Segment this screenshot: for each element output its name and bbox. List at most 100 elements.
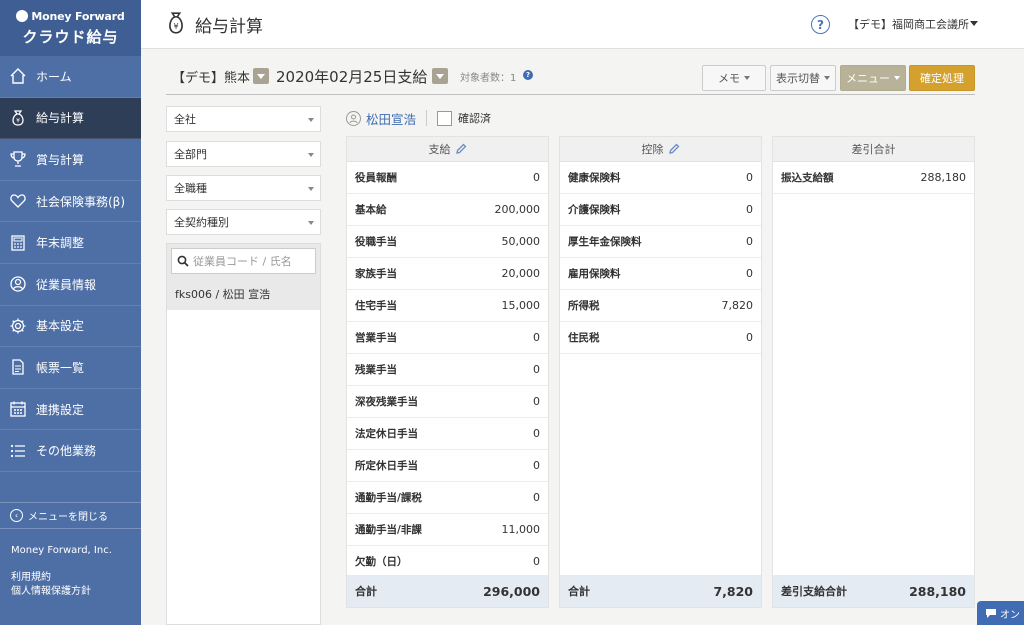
sidebar-item-integrations[interactable]: 連携設定 [0,389,141,431]
target-count: 対象者数：1 [460,73,517,84]
table-row[interactable]: 営業手当 0 [347,322,548,354]
row-label: 法定休日手当 [355,428,418,440]
pay-date-dropdown-button[interactable] [432,68,448,84]
brand-logo[interactable]: Money Forward クラウド給与 [0,0,141,56]
sidebar-item-home[interactable]: ホーム [0,56,141,98]
sidebar-item-other[interactable]: その他業務 [0,430,141,472]
confirmed-checkbox[interactable] [437,110,453,126]
table-row[interactable]: 振込支給額 288,180 [773,162,974,194]
row-value: 0 [746,235,753,248]
terms-link[interactable]: 利用規約 [11,568,51,583]
table-row[interactable]: 住民税 0 [560,322,761,354]
row-value: 0 [533,491,540,504]
sidebar-item-basic-settings[interactable]: 基本設定 [0,306,141,348]
brand-name: Money Forward [31,9,125,23]
row-value: 15,000 [501,299,541,312]
search-icon [177,255,189,267]
table-row[interactable]: 役職手当 50,000 [347,226,548,258]
sidebar-item-label: 従業員情報 [36,277,97,292]
row-value: 0 [533,427,540,440]
table-row[interactable]: 欠勤（日） 0 [347,546,548,578]
confirm-process-button[interactable]: 確定処理 [909,65,975,91]
chevron-down-icon [308,221,314,225]
table-row[interactable]: 所定休日手当 0 [347,450,548,482]
sidebar-item-label: 給与計算 [36,111,85,126]
sidebar-item-payroll[interactable]: ¥ 給与計算 [0,97,141,140]
table-row[interactable]: 法定休日手当 0 [347,418,548,450]
table-row[interactable]: 残業手当 0 [347,354,548,386]
table-row[interactable]: 基本給 200,000 [347,194,548,226]
employee-icon [8,274,28,294]
menu-button[interactable]: メニュー [840,65,906,91]
table-row[interactable]: 家族手当 20,000 [347,258,548,290]
employee-header: 松田宣浩 確認済 [346,108,491,128]
filter-job-type[interactable]: 全職種 [166,175,321,201]
chevron-down-icon [744,76,750,80]
office-name: 【デモ】熊本 [172,71,251,86]
sidebar-item-label: その他業務 [36,444,97,459]
confirm-process-label: 確定処理 [920,72,964,85]
table-row[interactable]: 通勤手当/課税 0 [347,482,548,514]
sidebar-item-year-end[interactable]: 年末調整 [0,222,141,264]
list-item[interactable]: fks006 / 松田 宣浩 [167,278,320,310]
employee-list-panel: fks006 / 松田 宣浩 [166,243,321,625]
table-row[interactable]: 介護保険料 0 [560,194,761,226]
deductions-table: 控除 健康保険料 0 介護保険料 0 厚生年金保険料 0 雇用保険料 0 所得税 7,820 住民税… [559,136,762,608]
table-row[interactable]: 所得税 7,820 [560,290,761,322]
filter-contract-type[interactable]: 全契約種別 [166,209,321,235]
privacy-link[interactable]: 個人情報保護方針 [11,582,91,597]
memo-label: メモ [718,72,740,85]
row-label: 健康保険料 [568,172,621,184]
row-label: 振込支給額 [781,172,834,184]
memo-button[interactable]: メモ [702,65,766,91]
chat-button[interactable]: オン [977,601,1024,625]
table-row[interactable]: 雇用保険料 0 [560,258,761,290]
chevron-down-icon [824,76,830,80]
chevron-left-icon: ‹ [10,509,23,522]
chevron-down-icon[interactable] [970,21,978,26]
table-row[interactable]: 住宅手当 15,000 [347,290,548,322]
filter-company[interactable]: 全社 [166,106,321,132]
table-row[interactable]: 役員報酬 0 [347,162,548,194]
total-value: 288,180 [909,583,966,599]
close-menu-button[interactable]: ‹ メニューを閉じる [0,502,141,529]
row-value: 50,000 [501,235,541,248]
total-label: 合計 [568,585,590,598]
search-box [171,248,316,274]
table-row[interactable]: 通勤手当/非課 11,000 [347,514,548,546]
search-input[interactable] [193,254,313,268]
payroll-toolbar: 【デモ】熊本 2020年02月25日支給 対象者数：1 ? メモ 表示切替 メニ… [166,61,975,95]
table-row[interactable]: 深夜残業手当 0 [347,386,548,418]
employee-name-link[interactable]: 松田宣浩 [366,109,416,128]
sidebar-item-label: ホーム [36,69,72,84]
chevron-down-icon [308,153,314,157]
deductions-total-row: 合計 7,820 [560,575,761,607]
view-toggle-button[interactable]: 表示切替 [770,65,836,91]
row-value: 288,180 [920,171,967,184]
help-icon[interactable]: ? [811,15,830,34]
heart-icon [8,191,28,211]
sidebar-item-social-insurance[interactable]: 社会保険事務(β) [0,181,141,223]
page-title: 給与計算 [195,17,263,37]
net-header: 差引合計 [773,137,974,162]
office-dropdown-button[interactable] [253,68,269,84]
row-value: 0 [746,331,753,344]
sidebar-item-employees[interactable]: 従業員情報 [0,264,141,306]
info-icon[interactable]: ? [523,70,533,80]
money-bag-icon: ¥ [8,108,28,128]
filter-department[interactable]: 全部門 [166,141,321,167]
company-name: Money Forward, Inc. [11,545,112,556]
pencil-icon[interactable] [455,143,467,155]
table-row[interactable]: 厚生年金保険料 0 [560,226,761,258]
deductions-rows: 健康保険料 0 介護保険料 0 厚生年金保険料 0 雇用保険料 0 所得税 7,820 住民税 0 [560,162,761,354]
chevron-down-icon [308,187,314,191]
pencil-icon[interactable] [668,143,680,155]
table-row[interactable]: 健康保険料 0 [560,162,761,194]
row-label: 住民税 [568,332,600,344]
sidebar-item-bonus[interactable]: 賞与計算 [0,139,141,181]
office-selector[interactable]: 【デモ】福岡商工会議所 [848,16,969,32]
svg-text:¥: ¥ [16,117,20,124]
chat-label: オン [1000,609,1020,621]
row-value: 0 [533,171,540,184]
sidebar-item-documents[interactable]: 帳票一覧 [0,347,141,389]
